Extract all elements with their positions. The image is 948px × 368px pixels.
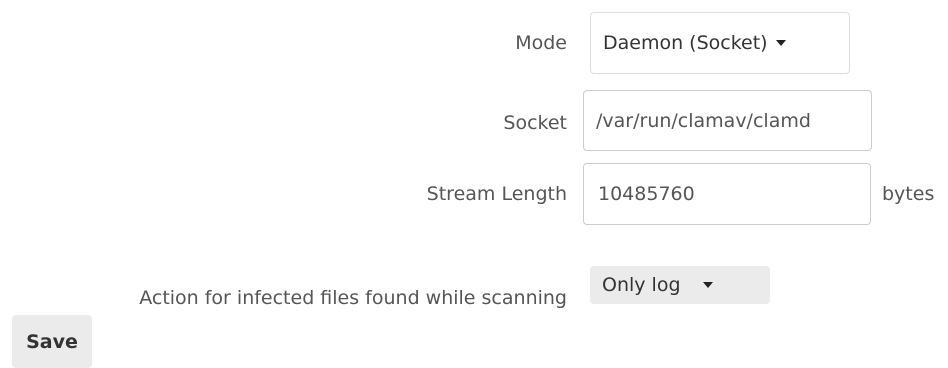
stream-length-input[interactable]	[583, 163, 871, 225]
stream-length-unit: bytes	[882, 183, 935, 205]
chevron-down-icon	[702, 282, 713, 288]
chevron-down-icon	[775, 40, 786, 46]
mode-select-value: Daemon (Socket)	[603, 32, 768, 54]
socket-label: Socket	[503, 112, 567, 134]
action-select-value: Only log	[602, 274, 681, 296]
socket-input[interactable]	[583, 90, 872, 151]
action-select-content[interactable]: Only log	[590, 266, 770, 304]
mode-select[interactable]: Daemon (Socket)	[590, 12, 850, 74]
action-label: Action for infected files found while sc…	[139, 287, 567, 309]
save-button[interactable]: Save	[12, 315, 92, 368]
mode-label: Mode	[515, 32, 567, 54]
stream-length-label: Stream Length	[426, 183, 567, 205]
